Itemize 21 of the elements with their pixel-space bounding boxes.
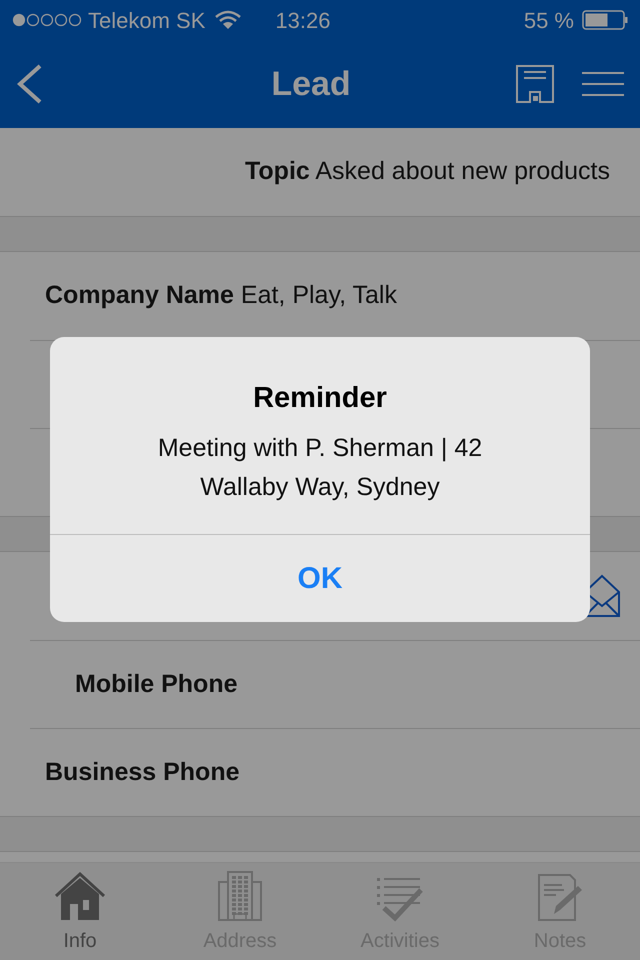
house-icon bbox=[54, 872, 106, 922]
page-title: Lead bbox=[270, 64, 352, 104]
signal-icon bbox=[12, 13, 84, 27]
battery-percent: 55 % bbox=[524, 6, 574, 34]
status-time: 13:26 bbox=[275, 6, 330, 34]
note-icon bbox=[538, 874, 582, 922]
tab-item[interactable]: Info bbox=[0, 863, 160, 960]
field-row-text: Business Phone bbox=[45, 756, 240, 788]
save-button[interactable] bbox=[516, 65, 554, 103]
carrier-name: Telekom SK bbox=[88, 6, 206, 34]
alert-title: Reminder bbox=[253, 381, 387, 416]
ok-button[interactable]: OK bbox=[50, 535, 590, 622]
battery-icon bbox=[582, 10, 628, 30]
field-row-text: Company Name Eat, Play, Talk bbox=[45, 280, 397, 312]
menu-button[interactable] bbox=[582, 69, 624, 99]
wifi-icon bbox=[215, 10, 242, 30]
field-row-text: Mobile Phone bbox=[75, 668, 238, 700]
field-row-text: Topic Asked about new products bbox=[244, 156, 610, 188]
alert-message: Meeting with P. Sherman | 42 Wallaby Way, Sydney bbox=[156, 432, 484, 502]
checklist-icon bbox=[377, 876, 423, 922]
building-icon bbox=[218, 870, 262, 922]
